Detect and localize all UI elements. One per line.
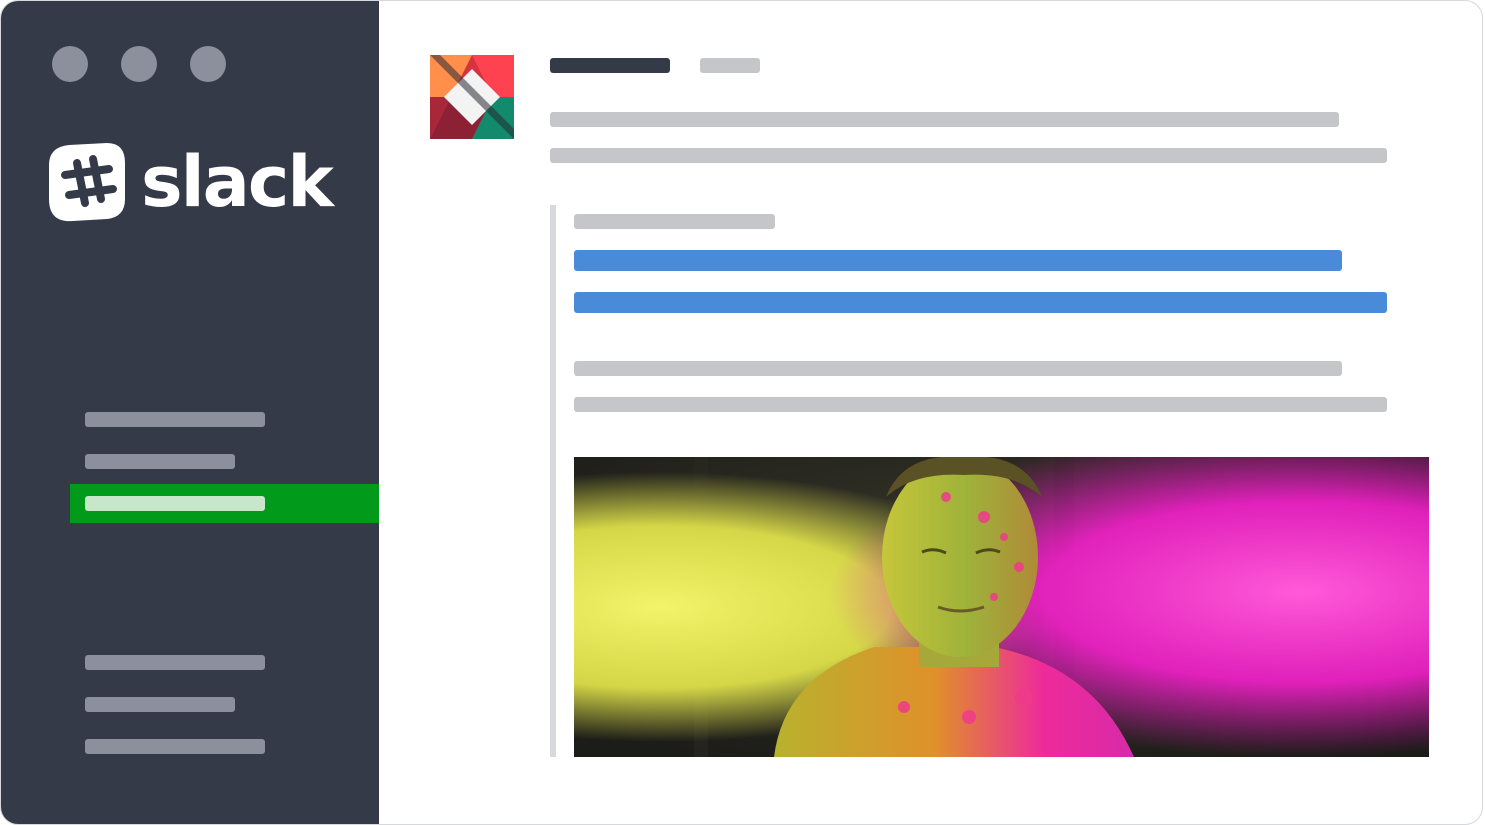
message-author-name[interactable] bbox=[550, 58, 670, 73]
sidebar-channel-item[interactable] bbox=[85, 454, 235, 469]
slack-logo: slack bbox=[47, 141, 334, 223]
window-close-button[interactable] bbox=[52, 46, 88, 82]
slack-hash-icon bbox=[49, 143, 125, 222]
app-window: slack bbox=[0, 0, 1483, 825]
attachment-description-line bbox=[574, 397, 1387, 412]
team-avatar-icon[interactable] bbox=[430, 55, 514, 139]
sidebar-channel-item[interactable] bbox=[85, 412, 265, 427]
attachment-image[interactable] bbox=[574, 457, 1429, 757]
logo-wordmark: slack bbox=[141, 141, 334, 223]
attachment-title-link[interactable] bbox=[574, 250, 1342, 271]
window-minimize-button[interactable] bbox=[121, 46, 157, 82]
sidebar-dm-item[interactable] bbox=[85, 697, 235, 712]
attachment-title-link[interactable] bbox=[574, 292, 1387, 313]
message-timestamp bbox=[700, 58, 760, 73]
attachment-border bbox=[550, 205, 556, 757]
message-text-line bbox=[550, 112, 1339, 127]
attachment-description-line bbox=[574, 361, 1342, 376]
sidebar-dm-item[interactable] bbox=[85, 739, 265, 754]
sidebar-channel-item-label bbox=[85, 496, 265, 511]
message-text-line bbox=[550, 148, 1387, 163]
window-maximize-button[interactable] bbox=[190, 46, 226, 82]
attachment-service-name bbox=[574, 214, 775, 229]
sidebar-channel-item-active[interactable] bbox=[70, 484, 379, 523]
sidebar-dm-item[interactable] bbox=[85, 655, 265, 670]
sidebar: slack bbox=[1, 1, 379, 824]
